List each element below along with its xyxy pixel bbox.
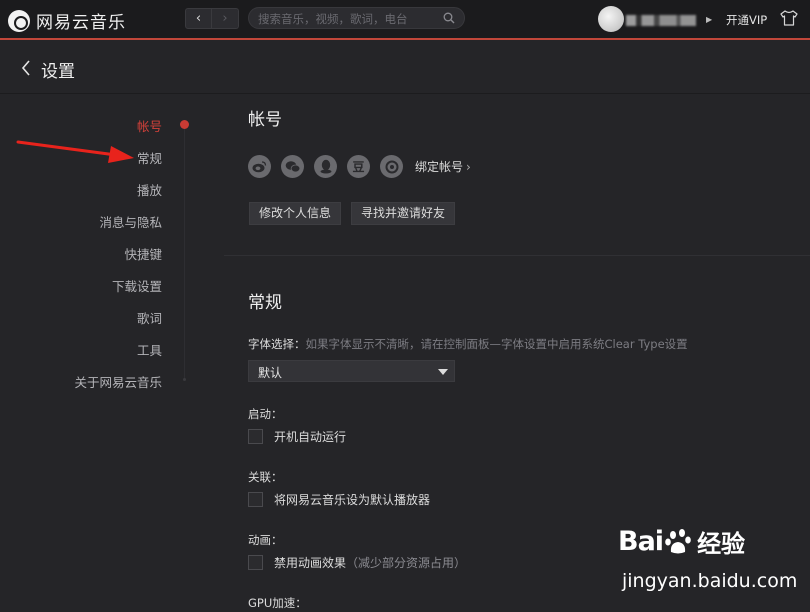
edit-profile-button[interactable]: 修改个人信息 bbox=[249, 202, 342, 225]
search-box[interactable] bbox=[248, 7, 465, 29]
search-input[interactable] bbox=[258, 9, 438, 29]
section-title-account: 帐号 bbox=[248, 110, 282, 130]
animation-label: 动画： bbox=[248, 533, 283, 547]
section-divider bbox=[224, 255, 810, 256]
dropdown-caret-icon[interactable] bbox=[438, 369, 448, 375]
vip-button[interactable]: 开通VIP bbox=[726, 12, 767, 28]
history-nav: ‹ › bbox=[185, 8, 239, 29]
nav-forward-button[interactable]: › bbox=[212, 8, 239, 29]
username-blurred[interactable] bbox=[626, 14, 696, 26]
sidebar-item-general[interactable]: 常规 bbox=[137, 148, 162, 167]
avatar[interactable] bbox=[598, 6, 624, 32]
user-caret-icon[interactable]: ▶ bbox=[706, 15, 712, 24]
sidebar-item-account[interactable]: 帐号 bbox=[137, 116, 162, 135]
animation-option-row[interactable]: 禁用动画效果（减少部分资源占用） bbox=[248, 554, 466, 571]
title-bar: 网易云音乐 ‹ › ▶ 开通VIP bbox=[0, 0, 810, 40]
startup-label: 启动： bbox=[248, 407, 283, 421]
default-player-checkbox[interactable] bbox=[248, 492, 263, 507]
settings-header: 设置 bbox=[0, 42, 810, 94]
sidebar-item-playback[interactable]: 播放 bbox=[137, 180, 162, 199]
nav-back-button[interactable]: ‹ bbox=[185, 8, 212, 29]
sidebar-item-lyrics[interactable]: 歌词 bbox=[137, 308, 162, 327]
startup-option-row[interactable]: 开机自动运行 bbox=[248, 428, 346, 445]
weibo-icon[interactable] bbox=[248, 155, 271, 178]
page-title: 设置 bbox=[41, 62, 75, 82]
bind-accounts-row: 豆 绑定帐号 › bbox=[248, 155, 471, 178]
baidu-jingyan-watermark: Bai 经验 jingyan.baidu.com bbox=[618, 524, 808, 612]
section-title-general: 常规 bbox=[248, 293, 282, 313]
netease-music-logo-icon bbox=[8, 9, 30, 32]
font-label: 字体选择： bbox=[248, 337, 306, 351]
search-icon[interactable] bbox=[443, 12, 455, 24]
disable-animation-label[interactable]: 禁用动画效果（减少部分资源占用） bbox=[274, 554, 466, 571]
app-logo[interactable]: 网易云音乐 bbox=[8, 8, 126, 33]
font-select-value: 默认 bbox=[258, 366, 283, 380]
invite-friends-button[interactable]: 寻找并邀请好友 bbox=[351, 202, 456, 225]
user-menu[interactable]: ▶ bbox=[598, 6, 712, 32]
font-hint: 如果字体显示不清晰，请在控制面板—字体设置中启用系统Clear Type设置 bbox=[305, 337, 688, 351]
wechat-icon[interactable] bbox=[281, 155, 304, 178]
nav-rail-end bbox=[183, 378, 186, 381]
annotation-arrow-icon bbox=[16, 140, 134, 163]
disable-animation-text: 禁用动画效果 bbox=[274, 556, 347, 570]
qq-icon[interactable] bbox=[314, 155, 337, 178]
gpu-label: GPU加速： bbox=[248, 596, 307, 610]
watermark-brand-right: 经验 bbox=[697, 530, 746, 558]
settings-sidebar: 帐号 常规 播放 消息与隐私 快捷键 下载设置 歌词 工具 关于网易云音乐 bbox=[0, 95, 224, 612]
font-select[interactable]: 默认 bbox=[248, 360, 455, 382]
default-player-label[interactable]: 将网易云音乐设为默认播放器 bbox=[274, 491, 430, 508]
sidebar-item-download[interactable]: 下载设置 bbox=[112, 276, 162, 295]
app-name: 网易云音乐 bbox=[36, 13, 126, 33]
active-indicator-dot bbox=[180, 120, 189, 129]
back-arrow-icon[interactable] bbox=[20, 59, 32, 77]
tshirt-skin-icon[interactable] bbox=[780, 10, 798, 26]
douban-icon[interactable]: 豆 bbox=[347, 155, 370, 178]
watermark-url: jingyan.baidu.com bbox=[622, 570, 798, 592]
watermark-logo: Bai 经验 bbox=[618, 524, 745, 559]
disable-animation-hint: （减少部分资源占用） bbox=[346, 556, 467, 570]
baidu-paw-icon bbox=[665, 528, 691, 553]
chevron-right-icon[interactable]: › bbox=[466, 160, 471, 174]
watermark-brand-left: Bai bbox=[618, 526, 664, 557]
bind-account-link[interactable]: 绑定帐号 bbox=[415, 158, 463, 175]
sidebar-item-about[interactable]: 关于网易云音乐 bbox=[74, 372, 162, 391]
yixin-icon[interactable] bbox=[380, 155, 403, 178]
sidebar-item-tools[interactable]: 工具 bbox=[137, 340, 162, 359]
association-option-row[interactable]: 将网易云音乐设为默认播放器 bbox=[248, 491, 430, 508]
autostart-checkbox[interactable] bbox=[248, 429, 263, 444]
sidebar-item-shortcuts[interactable]: 快捷键 bbox=[124, 244, 162, 263]
association-label: 关联： bbox=[248, 470, 283, 484]
font-setting-label: 字体选择：如果字体显示不清晰，请在控制面板—字体设置中启用系统Clear Typ… bbox=[248, 336, 688, 352]
nav-rail bbox=[184, 123, 185, 380]
autostart-label[interactable]: 开机自动运行 bbox=[274, 428, 346, 445]
sidebar-item-messages-privacy[interactable]: 消息与隐私 bbox=[99, 212, 162, 231]
disable-animation-checkbox[interactable] bbox=[248, 555, 263, 570]
